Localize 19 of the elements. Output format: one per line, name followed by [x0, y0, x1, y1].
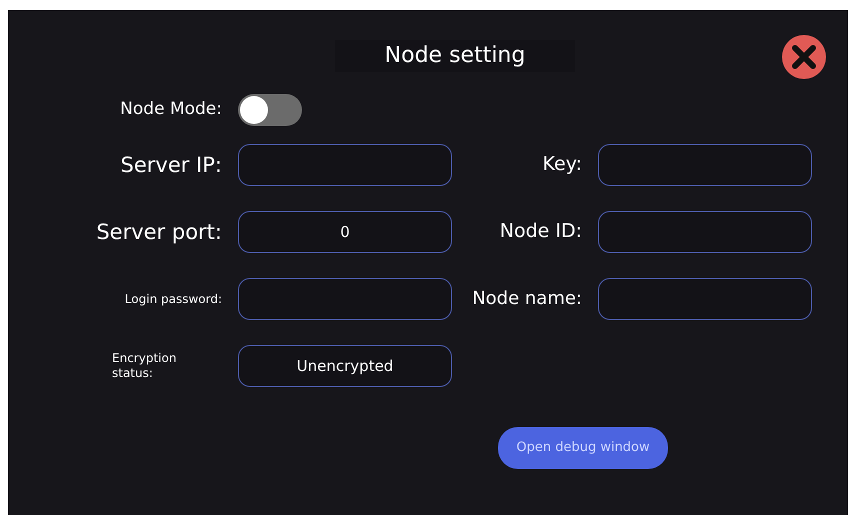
- field-label: Key:: [542, 153, 582, 177]
- dialog-title: Node setting: [334, 40, 576, 72]
- input-field[interactable]: [598, 211, 812, 253]
- field-label: Login password:: [124, 291, 222, 308]
- field-label: Server IP:: [120, 152, 222, 178]
- field-label: Encryption status:: [111, 351, 178, 381]
- close-icon: [781, 34, 827, 80]
- input-field[interactable]: [598, 144, 812, 186]
- field-label: Node name:: [471, 288, 582, 310]
- field-label: Server port:: [95, 218, 222, 246]
- close-button[interactable]: [781, 34, 827, 80]
- node-mode-label: Node Mode:: [119, 98, 222, 122]
- input-field[interactable]: 0: [238, 211, 452, 253]
- input-field[interactable]: Unencrypted: [238, 345, 452, 387]
- field-label: Node ID:: [498, 220, 582, 244]
- input-field[interactable]: [238, 144, 452, 186]
- input-field[interactable]: [598, 278, 812, 320]
- node-mode-toggle[interactable]: [238, 94, 302, 126]
- input-field[interactable]: [238, 278, 452, 320]
